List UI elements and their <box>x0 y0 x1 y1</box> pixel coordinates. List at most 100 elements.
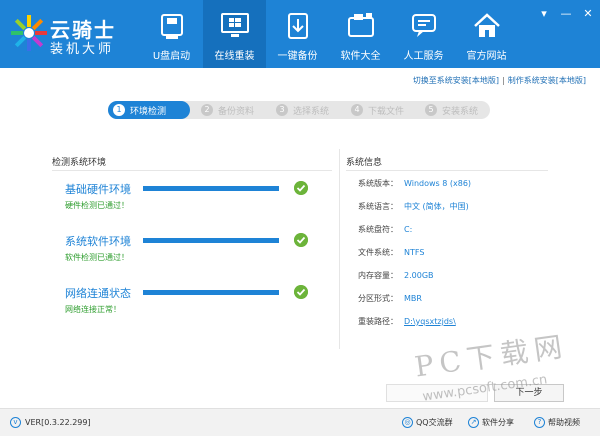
reinstall-path-link[interactable]: D:\yqsxtzjds\ <box>404 317 456 326</box>
panel-divider <box>339 149 340 349</box>
check-status: 软件检测已通过！ <box>65 253 129 262</box>
check-progress-bar <box>143 238 279 243</box>
check-progress-bar <box>143 290 279 295</box>
step-number: 4 <box>351 104 363 116</box>
check-status: 网络连接正常！ <box>65 305 121 314</box>
nav-manual-service[interactable]: 人工服务 <box>392 0 455 68</box>
top-links: 切换至系统安装[本地版] | 制作系统安装[本地版] <box>413 75 586 86</box>
info-label: 分区形式： <box>358 294 398 303</box>
software-share-link[interactable]: ↗ 软件分享 <box>468 417 514 428</box>
windows-monitor-icon <box>221 13 249 37</box>
nav-one-key-backup[interactable]: 一键备份 <box>266 0 329 68</box>
version-info: v VER[0.3.22.299] <box>10 417 91 428</box>
info-value: C: <box>404 225 413 234</box>
divider <box>52 170 332 171</box>
prev-button-placeholder <box>386 384 488 402</box>
switch-local-install-link[interactable]: 切换至系统安装[本地版] <box>413 76 499 85</box>
help-video-label: 帮助视频 <box>548 418 580 427</box>
info-label: 文件系统： <box>358 248 398 257</box>
close-icon[interactable]: ✕ <box>582 8 594 20</box>
header-bar: 云骑士 装机大师 U盘启动 在线重装 一键备份 软件大全 人工服务 官方网站 ▾… <box>0 0 600 68</box>
next-step-button[interactable]: 下一步 <box>494 384 564 402</box>
info-label: 系统盘符： <box>358 225 398 234</box>
software-folder-icon <box>348 13 374 37</box>
check-ok-icon <box>294 285 308 299</box>
nav-label: 官方网站 <box>466 51 507 62</box>
chat-service-icon <box>412 14 436 37</box>
step-number: 2 <box>201 104 213 116</box>
qq-icon: ◎ <box>402 417 413 428</box>
nav-label: 在线重装 <box>214 51 255 62</box>
check-title: 系统软件环境 <box>65 235 131 248</box>
divider <box>346 170 548 171</box>
info-label: 内存容量： <box>358 271 398 280</box>
nav-label: U盘启动 <box>152 51 191 62</box>
info-label: 系统版本： <box>358 179 398 188</box>
nav-software-center[interactable]: 软件大全 <box>329 0 392 68</box>
footer-bar: v VER[0.3.22.299] ◎ QQ交流群 ↗ 软件分享 ? 帮助视频 <box>0 408 600 436</box>
info-row-partition: 分区形式： MBR <box>358 293 558 304</box>
detect-panel-title: 检测系统环境 <box>52 158 107 168</box>
step-number: 3 <box>276 104 288 116</box>
step-progress: 1 环境检测 2 备份资料 3 选择系统 4 下载文件 5 安装系统 <box>108 101 490 119</box>
check-title: 基础硬件环境 <box>65 183 131 196</box>
step-number: 1 <box>113 104 125 116</box>
app-logo: 云骑士 装机大师 <box>10 12 140 57</box>
step-label: 下载文件 <box>368 106 405 117</box>
info-value: 2.00GB <box>404 271 434 280</box>
app-subtitle: 装机大师 <box>50 42 115 57</box>
make-local-install-link[interactable]: 制作系统安装[本地版] <box>508 76 586 85</box>
menu-dropdown-icon[interactable]: ▾ <box>538 8 550 20</box>
info-value: 中文 (简体，中国) <box>404 202 469 211</box>
info-row-os-version: 系统版本： Windows 8 (x86) <box>358 178 558 189</box>
software-share-label: 软件分享 <box>482 418 514 427</box>
check-item-hardware: 基础硬件环境 硬件检测已通过！ <box>65 181 325 215</box>
share-icon: ↗ <box>468 417 479 428</box>
check-ok-icon <box>294 181 308 195</box>
check-progress-bar <box>143 186 279 191</box>
nav-label: 一键备份 <box>277 51 318 62</box>
info-row-file-system: 文件系统： NTFS <box>358 247 558 258</box>
info-row-system-drive: 系统盘符： C: <box>358 224 558 235</box>
minimize-icon[interactable]: — <box>560 8 572 20</box>
step-env-check: 1 环境检测 <box>108 101 190 119</box>
step-download: 4 下载文件 <box>351 101 404 119</box>
window-controls: ▾ — ✕ <box>538 8 594 20</box>
backup-icon <box>288 13 308 39</box>
nav-online-reinstall[interactable]: 在线重装 <box>203 0 266 68</box>
progress-fill <box>143 238 279 243</box>
step-label: 选择系统 <box>293 106 330 117</box>
step-label: 备份资料 <box>218 106 255 117</box>
nav-label: 软件大全 <box>340 51 381 62</box>
usb-drive-icon <box>161 14 183 39</box>
help-icon: ? <box>534 417 545 428</box>
chevron-down-icon[interactable]: v <box>10 417 21 428</box>
info-value: NTFS <box>404 248 425 257</box>
check-ok-icon <box>294 233 308 247</box>
link-separator: | <box>502 76 505 85</box>
info-value: MBR <box>404 294 422 303</box>
sysinfo-panel-title: 系统信息 <box>346 158 383 168</box>
home-icon <box>474 13 500 37</box>
watermark-title: PC下载网 <box>412 329 571 384</box>
step-choose-system: 3 选择系统 <box>276 101 329 119</box>
help-video-link[interactable]: ? 帮助视频 <box>534 417 580 428</box>
info-label: 系统语言： <box>358 202 398 211</box>
check-item-network: 网络连通状态 网络连接正常！ <box>65 285 325 319</box>
step-label: 安装系统 <box>442 106 479 117</box>
qq-group-link[interactable]: ◎ QQ交流群 <box>402 417 453 428</box>
check-title: 网络连通状态 <box>65 287 131 300</box>
info-value: Windows 8 (x86) <box>404 179 472 188</box>
progress-fill <box>143 186 279 191</box>
step-install: 5 安装系统 <box>425 101 478 119</box>
check-item-software: 系统软件环境 软件检测已通过！ <box>65 233 325 267</box>
step-label: 环境检测 <box>130 106 167 117</box>
info-row-language: 系统语言： 中文 (简体，中国) <box>358 201 558 212</box>
info-row-memory: 内存容量： 2.00GB <box>358 270 558 281</box>
nav-official-site[interactable]: 官方网站 <box>455 0 518 68</box>
info-label: 重装路径： <box>358 317 398 326</box>
check-status: 硬件检测已通过！ <box>65 201 129 210</box>
nav-usb-boot[interactable]: U盘启动 <box>140 0 203 68</box>
progress-fill <box>143 290 279 295</box>
nav-label: 人工服务 <box>403 51 444 62</box>
